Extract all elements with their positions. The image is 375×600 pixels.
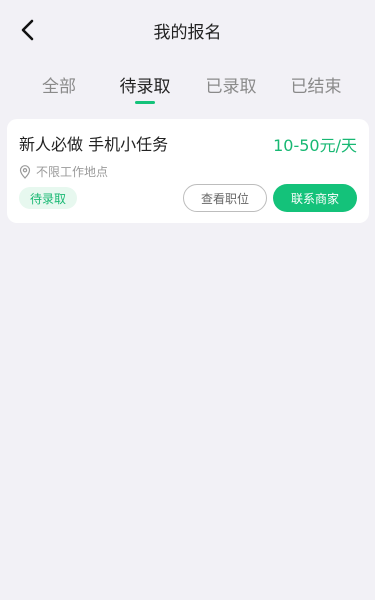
back-arrow-icon (21, 19, 34, 41)
active-tab-indicator (135, 101, 155, 104)
tab-admitted[interactable]: 已录取 (191, 72, 271, 97)
tab-all[interactable]: 全部 (19, 72, 99, 97)
job-location: 不限工作地点 (19, 163, 108, 180)
page-title: 我的报名 (153, 22, 222, 43)
back-button[interactable] (12, 14, 44, 46)
app-header: 我的报名 (0, 0, 375, 60)
tab-ended[interactable]: 已结束 (276, 72, 356, 97)
job-salary: 10-50元/天 (273, 136, 357, 155)
status-badge: 待录取 (19, 187, 77, 209)
contact-merchant-button[interactable]: 联系商家 (273, 184, 357, 212)
job-card[interactable]: 新人必做 手机小任务 10-50元/天 不限工作地点 待录取 查看职位 联系商家 (7, 119, 369, 223)
job-title: 新人必做 手机小任务 (19, 135, 169, 154)
job-location-text: 不限工作地点 (36, 165, 109, 179)
status-tabs: 全部 待录取 已录取 已结束 (0, 60, 375, 110)
view-job-button[interactable]: 查看职位 (183, 184, 267, 212)
tab-pending[interactable]: 待录取 (105, 72, 185, 97)
location-pin-icon (19, 164, 31, 179)
